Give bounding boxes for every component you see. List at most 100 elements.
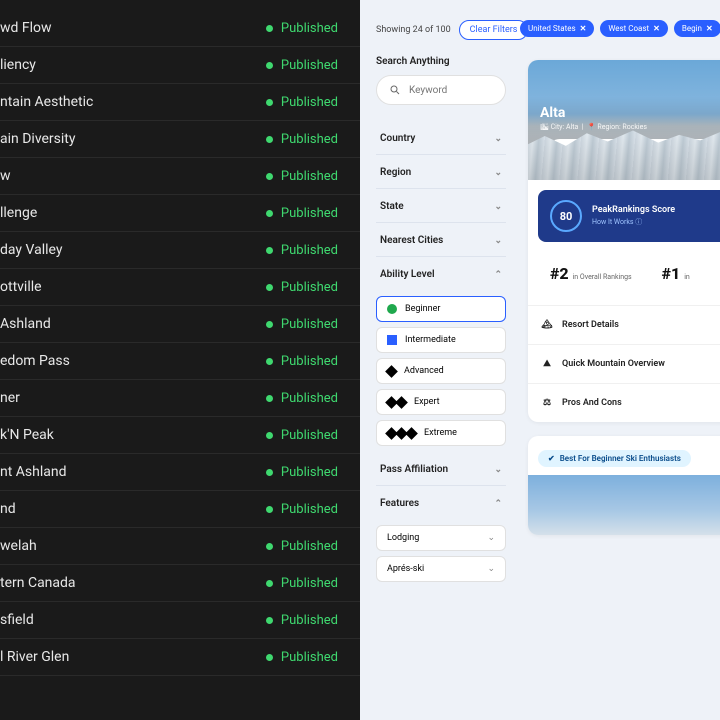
status-dot-icon bbox=[266, 543, 273, 550]
table-row[interactable]: nt AshlandPublished bbox=[0, 454, 360, 491]
rank-second: #1 bbox=[662, 264, 681, 283]
table-row[interactable]: wd FlowPublished bbox=[0, 10, 360, 47]
table-row[interactable]: ottvillePublished bbox=[0, 269, 360, 306]
table-row[interactable]: edom Pass Published bbox=[0, 343, 360, 380]
row-name: w bbox=[0, 168, 11, 184]
status-text: Published bbox=[281, 243, 338, 258]
status-dot-icon bbox=[266, 321, 273, 328]
filter-features[interactable]: Features⌃ bbox=[376, 488, 506, 519]
status-dot-icon bbox=[266, 395, 273, 402]
status: Published bbox=[266, 95, 338, 110]
status: Published bbox=[266, 613, 338, 628]
table-row[interactable]: day Valley Published bbox=[0, 232, 360, 269]
status: Published bbox=[266, 502, 338, 517]
status: Published bbox=[266, 354, 338, 369]
table-row[interactable]: w Published bbox=[0, 158, 360, 195]
status: Published bbox=[266, 539, 338, 554]
row-name: tern Canada bbox=[0, 575, 76, 591]
filter-nearest-cities[interactable]: Nearest Cities⌄ bbox=[376, 225, 506, 257]
table-row[interactable]: k'N PeakPublished bbox=[0, 417, 360, 454]
see-full-review-button[interactable]: See Full Review bbox=[549, 139, 716, 160]
ability-extreme[interactable]: Extreme bbox=[376, 420, 506, 446]
row-name: day Valley bbox=[0, 242, 63, 258]
search-icon bbox=[389, 84, 401, 96]
table-row[interactable]: ndPublished bbox=[0, 491, 360, 528]
filter-ability-level[interactable]: Ability Level⌃ bbox=[376, 259, 506, 290]
row-name: edom Pass bbox=[0, 353, 70, 369]
close-icon[interactable]: ✕ bbox=[706, 24, 713, 33]
status-dot-icon bbox=[266, 247, 273, 254]
filter-chip[interactable]: Begin✕ bbox=[674, 20, 720, 37]
filter-region[interactable]: Region⌄ bbox=[376, 157, 506, 189]
row-name: nt Ashland bbox=[0, 464, 67, 480]
resort-icon: 🏔 bbox=[540, 318, 554, 332]
ability-advanced[interactable]: Advanced bbox=[376, 358, 506, 384]
filter-country[interactable]: Country⌄ bbox=[376, 123, 506, 155]
status-dot-icon bbox=[266, 654, 273, 661]
resort-card-area: Alta 🏙 City: Alta | 📍 Region: Rockies Se… bbox=[528, 60, 720, 535]
chevron-down-icon: ⌄ bbox=[494, 202, 502, 212]
row-name: llenge bbox=[0, 205, 37, 221]
resort-details-row[interactable]: 🏔Resort Details bbox=[528, 305, 720, 344]
best-for-card: ✔Best For Beginner Ski Enthusiasts bbox=[528, 436, 720, 535]
table-row[interactable]: nerPublished bbox=[0, 380, 360, 417]
status: Published bbox=[266, 576, 338, 591]
chevron-down-icon: ⌄ bbox=[494, 134, 502, 144]
status-text: Published bbox=[281, 613, 338, 628]
score-label: PeakRankings Score bbox=[592, 205, 675, 215]
status: Published bbox=[266, 391, 338, 406]
status-dot-icon bbox=[266, 62, 273, 69]
search-input[interactable] bbox=[409, 85, 489, 96]
best-for-image bbox=[528, 475, 720, 535]
right-panel: Showing 24 of 100 Clear Filters United S… bbox=[360, 0, 720, 720]
status-dot-icon bbox=[266, 469, 273, 476]
status-text: Published bbox=[281, 58, 338, 73]
chevron-up-icon: ⌃ bbox=[494, 270, 502, 280]
features-list: Lodging⌄ Aprés-ski⌄ bbox=[376, 519, 506, 588]
table-row[interactable]: ain DiversityPublished bbox=[0, 121, 360, 158]
table-row[interactable]: liencyPublished bbox=[0, 47, 360, 84]
filter-pass-affiliation[interactable]: Pass Affiliation⌄ bbox=[376, 454, 506, 486]
ability-list: Beginner Intermediate Advanced Expert Extrem… bbox=[376, 290, 506, 452]
filter-chip[interactable]: West Coast✕ bbox=[600, 20, 668, 37]
filter-chips: United States✕ West Coast✕ Begin✕ bbox=[520, 20, 720, 37]
table-row[interactable]: ntain AestheticPublished bbox=[0, 84, 360, 121]
status: Published bbox=[266, 169, 338, 184]
close-icon[interactable]: ✕ bbox=[580, 24, 587, 33]
status-dot-icon bbox=[266, 506, 273, 513]
ability-beginner[interactable]: Beginner bbox=[376, 296, 506, 322]
status: Published bbox=[266, 132, 338, 147]
ability-intermediate[interactable]: Intermediate bbox=[376, 327, 506, 353]
difficulty-icon bbox=[387, 429, 416, 438]
status-text: Published bbox=[281, 391, 338, 406]
table-row[interactable]: sfieldPublished bbox=[0, 602, 360, 639]
table-row[interactable]: AshlandPublished bbox=[0, 306, 360, 343]
status-text: Published bbox=[281, 502, 338, 517]
mountain-overview-row[interactable]: ⛰Quick Mountain Overview bbox=[528, 344, 720, 383]
close-icon[interactable]: ✕ bbox=[653, 24, 660, 33]
status-text: Published bbox=[281, 539, 338, 554]
table-row[interactable]: welahPublished bbox=[0, 528, 360, 565]
table-row[interactable]: l River GlenPublished bbox=[0, 639, 360, 676]
table-row[interactable]: llengePublished bbox=[0, 195, 360, 232]
difficulty-icon bbox=[387, 335, 397, 345]
status-text: Published bbox=[281, 354, 338, 369]
ability-expert[interactable]: Expert bbox=[376, 389, 506, 415]
difficulty-icon bbox=[387, 304, 397, 314]
chevron-up-icon: ⌃ bbox=[494, 499, 502, 509]
table-row[interactable]: tern Canada Published bbox=[0, 565, 360, 602]
filter-chip[interactable]: United States✕ bbox=[520, 20, 594, 37]
how-it-works-link[interactable]: How It Works ⓘ bbox=[592, 217, 675, 227]
status-dot-icon bbox=[266, 136, 273, 143]
feature-aprsski[interactable]: Aprés-ski⌄ bbox=[376, 556, 506, 582]
status-dot-icon bbox=[266, 25, 273, 32]
filter-state[interactable]: State⌄ bbox=[376, 191, 506, 223]
clear-filters-button[interactable]: Clear Filters bbox=[459, 20, 529, 40]
rank-overall: #2 bbox=[550, 264, 569, 283]
search-box[interactable] bbox=[376, 75, 506, 105]
feature-lodging[interactable]: Lodging⌄ bbox=[376, 525, 506, 551]
pros-cons-row[interactable]: ⚖Pros And Cons bbox=[528, 383, 720, 422]
resort-card: Alta 🏙 City: Alta | 📍 Region: Rockies Se… bbox=[528, 60, 720, 422]
best-for-badge: ✔Best For Beginner Ski Enthusiasts bbox=[538, 450, 691, 467]
status-dot-icon bbox=[266, 284, 273, 291]
